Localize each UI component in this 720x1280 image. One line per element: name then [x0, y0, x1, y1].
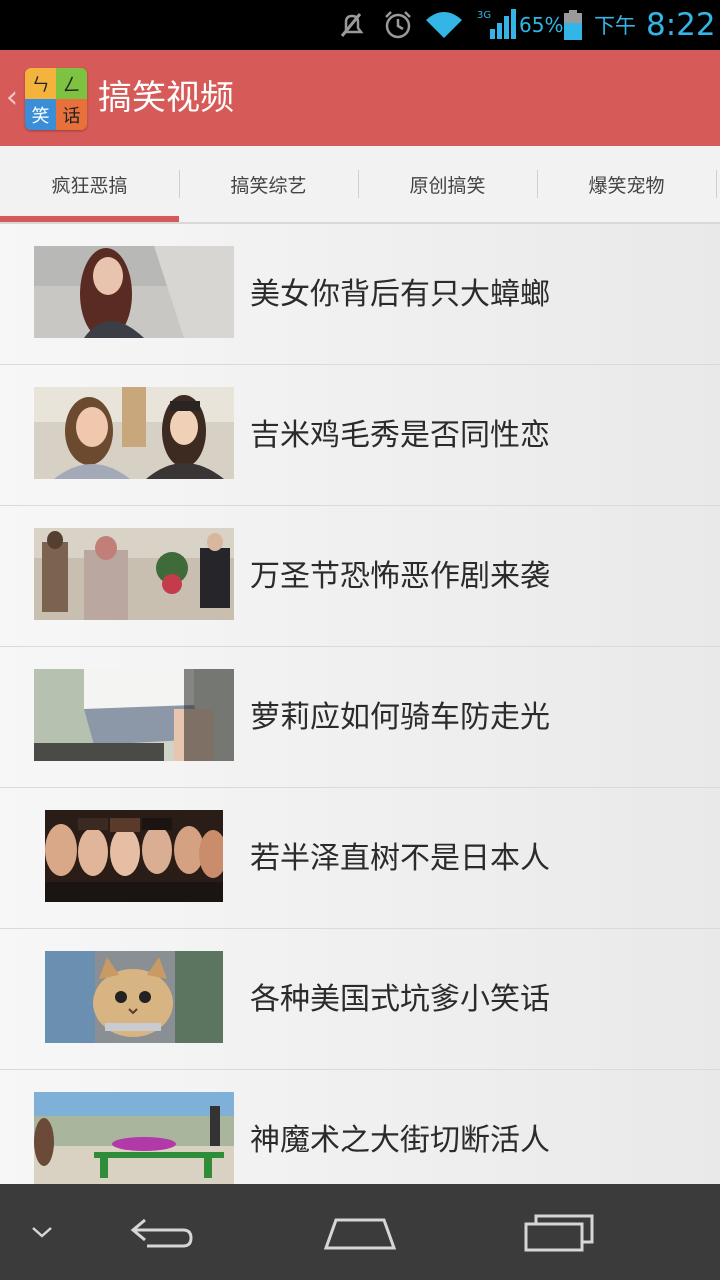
signal-icon: 3G — [476, 0, 516, 50]
video-title: 各种美国式坑爹小笑话 — [250, 982, 550, 1017]
status-time: 8:22 — [646, 7, 716, 43]
logo-char: 话 — [56, 99, 87, 130]
tab-pets[interactable]: 爆笑宠物 — [537, 146, 716, 222]
mute-icon — [336, 0, 368, 50]
zombies-street-thumbnail — [34, 528, 234, 620]
bike-skirt-thumbnail — [34, 669, 234, 761]
video-title: 神魔术之大街切断活人 — [250, 1123, 550, 1158]
video-title: 吉米鸡毛秀是否同性恋 — [250, 418, 550, 453]
list-item[interactable]: 萝莉应如何骑车防走光 — [0, 647, 720, 788]
battery-icon — [562, 0, 584, 50]
status-ampm: 下午 — [594, 14, 636, 38]
video-title: 若半泽直树不是日本人 — [250, 841, 550, 876]
video-title: 万圣节恐怖恶作剧来袭 — [250, 559, 550, 594]
two-women-street-thumbnail — [34, 387, 234, 479]
up-navigation-icon[interactable]: ‹ — [6, 80, 18, 115]
list-item[interactable]: 各种美国式坑爹小笑话 — [0, 929, 720, 1070]
app-logo[interactable]: ㄣ ㄥ 笑 话 — [25, 68, 87, 130]
home-icon[interactable] — [318, 1184, 402, 1280]
tab-variety[interactable]: 搞笑综艺 — [179, 146, 358, 222]
back-icon[interactable] — [118, 1184, 202, 1280]
wifi-icon — [424, 0, 464, 50]
tab-label: 原创搞笑 — [409, 174, 486, 197]
logo-char: ㄥ — [56, 68, 87, 99]
girl-street-thumbnail — [34, 246, 234, 338]
list-item[interactable]: 若半泽直树不是日本人 — [0, 788, 720, 929]
system-navigation-bar — [0, 1184, 720, 1280]
alarm-icon — [382, 0, 416, 50]
tab-selected-indicator — [0, 216, 179, 222]
category-tabs: 疯狂恶搞 搞笑综艺 原创搞笑 爆笑宠物 — [0, 146, 720, 224]
logo-char: ㄣ — [25, 68, 56, 99]
recents-icon[interactable] — [516, 1184, 600, 1280]
drama-cast-thumbnail — [45, 810, 223, 902]
chevron-down-icon[interactable] — [20, 1184, 64, 1280]
video-title: 美女你背后有只大蟑螂 — [250, 277, 550, 312]
cat-face-thumbnail — [45, 951, 223, 1043]
battery-percent: 65% — [519, 13, 564, 37]
tab-original[interactable]: 原创搞笑 — [358, 146, 537, 222]
magic-trick-thumbnail — [34, 1092, 234, 1184]
tab-label: 爆笑宠物 — [588, 174, 665, 197]
tab-divider — [716, 170, 717, 198]
video-title: 萝莉应如何骑车防走光 — [250, 700, 550, 735]
list-item[interactable]: 美女你背后有只大蟑螂 — [0, 224, 720, 365]
logo-char: 笑 — [25, 99, 56, 130]
list-item[interactable]: 万圣节恐怖恶作剧来袭 — [0, 506, 720, 647]
tab-label: 搞笑综艺 — [230, 174, 307, 197]
list-item[interactable]: 神魔术之大街切断活人 — [0, 1070, 720, 1184]
status-bar: 3G 65% 下午 8:22 — [0, 0, 720, 50]
list-item[interactable]: 吉米鸡毛秀是否同性恋 — [0, 365, 720, 506]
network-type-label: 3G — [477, 10, 491, 21]
tab-label: 疯狂恶搞 — [51, 174, 128, 197]
page-title: 搞笑视频 — [98, 78, 234, 118]
tab-crazy-spoof[interactable]: 疯狂恶搞 — [0, 146, 179, 222]
action-bar: ‹ ㄣ ㄥ 笑 话 搞笑视频 — [0, 50, 720, 146]
video-list[interactable]: 美女你背后有只大蟑螂 吉米鸡毛秀是否同性恋 万圣节恐怖恶作剧来袭 萝莉应如何骑车… — [0, 224, 720, 1184]
